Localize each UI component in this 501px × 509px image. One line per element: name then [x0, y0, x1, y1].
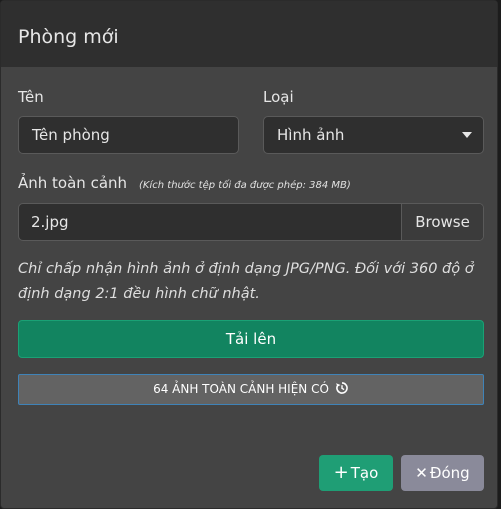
upload-button[interactable]: Tải lên	[18, 320, 484, 358]
modal-title: Phòng mới	[18, 26, 119, 48]
panorama-label: Ảnh toàn cảnh	[18, 174, 128, 192]
existing-panoramas-button[interactable]: 64 ẢNH TOÀN CẢNH HIỆN CÓ	[18, 374, 484, 405]
room-name-input[interactable]: Tên phòng	[18, 116, 239, 154]
close-button[interactable]: ✕ Đóng	[401, 455, 484, 491]
browse-button[interactable]: Browse	[401, 204, 483, 240]
format-note: Chỉ chấp nhận hình ảnh ở định dạng JPG/P…	[18, 261, 474, 302]
close-button-label: Đóng	[429, 464, 470, 482]
room-name-value: Tên phòng	[32, 126, 110, 144]
modal-header: Phòng mới	[1, 1, 497, 67]
plus-icon: +	[333, 462, 349, 483]
type-select-value: Hình ảnh	[277, 126, 345, 144]
name-label: Tên	[18, 88, 44, 106]
create-button-label: Tạo	[350, 464, 379, 482]
create-button[interactable]: + Tạo	[319, 455, 393, 491]
x-icon: ✕	[415, 464, 428, 482]
panorama-label-row: Ảnh toàn cảnh (Kích thước tệp tối đa được…	[18, 173, 351, 196]
history-icon	[335, 382, 348, 394]
selected-file-name: 2.jpg	[31, 213, 69, 231]
panorama-file-input[interactable]: 2.jpg Browse	[18, 203, 484, 241]
type-select[interactable]: Hình ảnh	[263, 116, 484, 154]
type-label: Loại	[263, 88, 294, 106]
file-size-hint: (Kích thước tệp tối đa được phép: 384 MB…	[139, 180, 351, 191]
existing-panoramas-label: 64 ẢNH TOÀN CẢNH HIỆN CÓ	[153, 382, 329, 396]
caret-down-icon	[462, 132, 472, 138]
new-room-modal: Phòng mới Tên Tên phòng Loại Hình ảnh Ản…	[0, 0, 498, 509]
